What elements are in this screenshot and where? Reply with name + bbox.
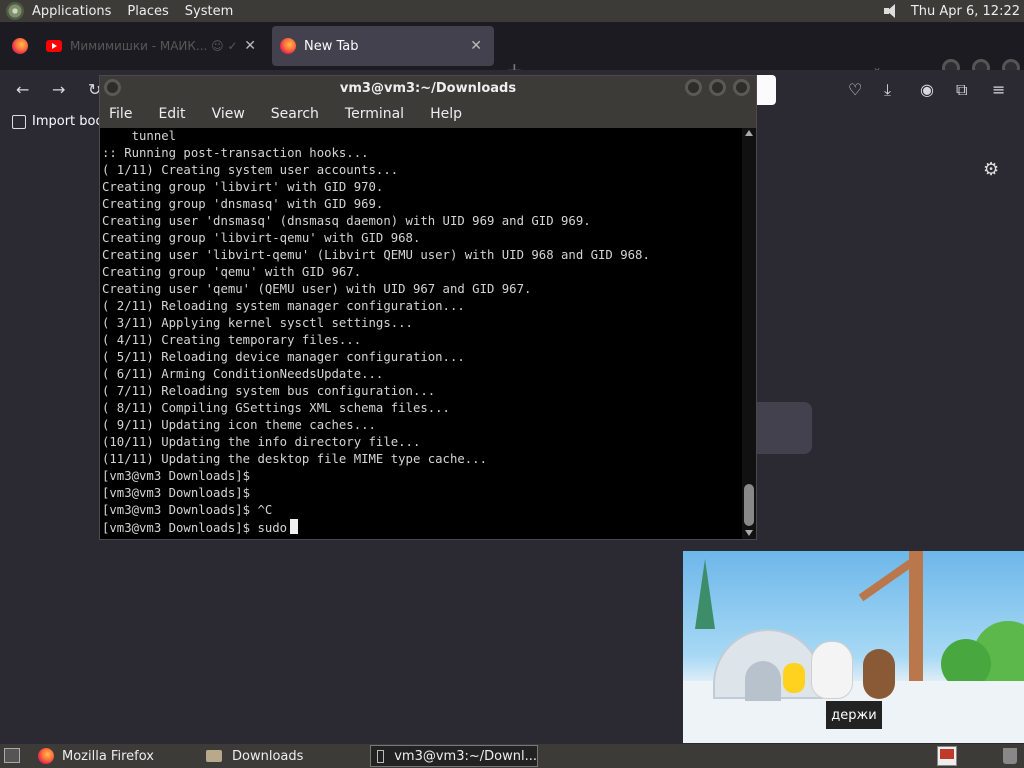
task-label: vm3@vm3:~/Downl... [394, 748, 537, 764]
tab-new-tab[interactable]: New Tab ✕ [272, 26, 494, 66]
terminal-line: ( 9/11) Updating icon theme caches... [102, 418, 376, 432]
menu-search[interactable]: Search [271, 106, 319, 122]
terminal-line: ( 2/11) Reloading system manager configu… [102, 299, 465, 313]
terminal-line: [vm3@vm3 Downloads]$ ^C [102, 503, 273, 517]
terminal-line: (11/11) Updating the desktop file MIME t… [102, 452, 487, 466]
terminal-line: Creating user 'qemu' (QEMU user) with UI… [102, 282, 532, 296]
menu-system[interactable]: System [185, 4, 233, 19]
volume-icon[interactable] [883, 3, 899, 19]
menu-help[interactable]: Help [430, 106, 462, 122]
video-trunk [909, 551, 923, 701]
maximize-button[interactable] [709, 79, 726, 96]
terminal-title: vm3@vm3:~/Downloads [339, 80, 517, 96]
firefox-tabstrip: Мимимишки - МАЙК... ☺ ✓ Сборник летаешь … [0, 22, 1024, 82]
workspace-switcher-icon[interactable] [937, 746, 957, 766]
terminal-menubar: File Edit View Search Terminal Help [100, 100, 756, 128]
scroll-up-icon[interactable] [745, 130, 753, 136]
gear-icon[interactable]: ⚙ [983, 159, 999, 180]
menu-file[interactable]: File [109, 106, 132, 122]
tab-title: New Tab [304, 38, 359, 54]
terminal-line: [vm3@vm3 Downloads]$ [102, 469, 251, 483]
task-label: Mozilla Firefox [62, 748, 154, 764]
window-menu-button[interactable] [104, 79, 121, 96]
task-label: Downloads [232, 748, 304, 764]
menu-applications[interactable]: Applications [32, 4, 111, 19]
terminal-line: ( 6/11) Arming ConditionNeedsUpdate... [102, 367, 384, 381]
terminal-prompt-line: [vm3@vm3 Downloads]$ sudo [102, 519, 650, 537]
terminal-text: tunnel:: Running post-transaction hooks.… [102, 128, 650, 537]
firefox-icon [280, 38, 296, 54]
show-desktop-icon[interactable] [4, 748, 20, 763]
tab-youtube[interactable]: Мимимишки - МАЙК... ☺ ✓ Сборник летаешь … [46, 26, 268, 66]
task-firefox[interactable]: Mozilla Firefox [32, 745, 200, 767]
close-icon[interactable]: ✕ [244, 38, 256, 54]
minimize-button[interactable] [685, 79, 702, 96]
scroll-down-icon[interactable] [745, 530, 753, 536]
firefox-icon [38, 748, 54, 764]
import-bookmarks-button[interactable]: Import book [12, 114, 111, 129]
terminal-line: ( 5/11) Reloading device manager configu… [102, 350, 465, 364]
hamburger-menu-icon[interactable]: ≡ [992, 80, 1005, 99]
menu-edit[interactable]: Edit [158, 106, 185, 122]
trash-icon[interactable] [1003, 748, 1017, 764]
video-character [783, 663, 805, 693]
terminal-line: Creating group 'dnsmasq' with GID 969. [102, 197, 384, 211]
terminal-scrollbar[interactable] [742, 128, 756, 539]
video-subtitle: держи [826, 701, 882, 729]
panel-tray: Thu Apr 6, 12:22 [883, 3, 1024, 19]
menu-view[interactable]: View [212, 106, 245, 122]
task-terminal[interactable]: vm3@vm3:~/Downl... [370, 745, 538, 767]
terminal-line: [vm3@vm3 Downloads]$ [102, 486, 251, 500]
scrollbar-thumb[interactable] [744, 484, 754, 526]
menu-places[interactable]: Places [127, 4, 168, 19]
video-igloo [713, 629, 823, 701]
terminal-line: tunnel [102, 129, 177, 143]
terminal-line: Creating user 'libvirt-qemu' (Libvirt QE… [102, 248, 650, 262]
folder-icon [206, 750, 222, 762]
forward-icon[interactable]: → [52, 80, 65, 99]
bottom-taskbar: Mozilla Firefox Downloads vm3@vm3:~/Down… [0, 744, 1024, 768]
distro-logo-icon[interactable] [6, 2, 24, 20]
import-icon [12, 114, 26, 129]
terminal-line: Creating group 'qemu' with GID 967. [102, 265, 362, 279]
account-icon[interactable]: ◉ [920, 80, 934, 99]
terminal-line: Creating user 'dnsmasq' (dnsmasq daemon)… [102, 214, 591, 228]
terminal-line: ( 8/11) Compiling GSettings XML schema f… [102, 401, 450, 415]
extensions-icon[interactable]: ⧉ [956, 80, 967, 100]
terminal-line: ( 3/11) Applying kernel sysctl settings.… [102, 316, 413, 330]
close-icon[interactable]: ✕ [470, 38, 482, 54]
terminal-line: :: Running post-transaction hooks... [102, 146, 369, 160]
terminal-line: ( 4/11) Creating temporary files... [102, 333, 362, 347]
menu-terminal[interactable]: Terminal [345, 106, 404, 122]
task-downloads[interactable]: Downloads [200, 745, 368, 767]
terminal-output[interactable]: tunnel:: Running post-transaction hooks.… [100, 128, 756, 539]
terminal-cursor [290, 519, 299, 534]
terminal-titlebar[interactable]: vm3@vm3:~/Downloads [100, 76, 756, 100]
terminal-line: Creating group 'libvirt-qemu' with GID 9… [102, 231, 421, 245]
terminal-line: (10/11) Updating the info directory file… [102, 435, 421, 449]
video-character [863, 649, 895, 699]
terminal-window[interactable]: vm3@vm3:~/Downloads File Edit View Searc… [99, 75, 757, 540]
terminal-icon [377, 749, 385, 763]
close-button[interactable] [733, 79, 750, 96]
pocket-icon[interactable]: ♡ [848, 80, 862, 99]
tab-title: Мимимишки - МАЙК... ☺ ✓ Сборник летаешь [70, 40, 240, 52]
youtube-icon [46, 40, 62, 52]
terminal-line: Creating group 'libvirt' with GID 970. [102, 180, 384, 194]
top-panel: Applications Places System Thu Apr 6, 12… [0, 0, 1024, 22]
video-tree [695, 559, 715, 629]
back-icon[interactable]: ← [16, 80, 29, 99]
terminal-line: ( 1/11) Creating system user accounts... [102, 163, 399, 177]
download-icon[interactable]: ⤓ [884, 80, 891, 100]
terminal-line: ( 7/11) Reloading system bus configurati… [102, 384, 436, 398]
firefox-view-icon[interactable] [12, 38, 28, 54]
video-character [811, 641, 853, 699]
main-menu: Applications Places System [0, 2, 257, 20]
clock[interactable]: Thu Apr 6, 12:22 [911, 4, 1020, 19]
